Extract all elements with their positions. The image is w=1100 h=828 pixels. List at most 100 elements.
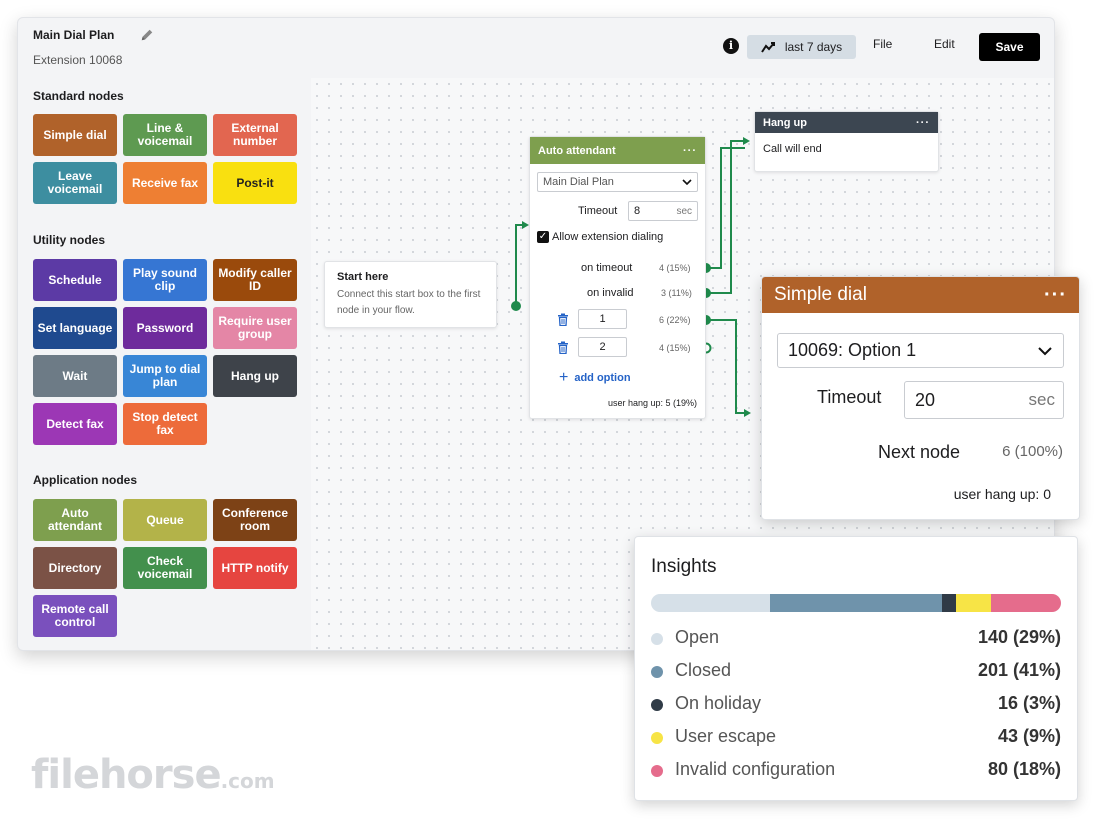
palette-node[interactable]: Password	[123, 307, 207, 349]
insights-label: User escape	[675, 726, 777, 746]
edit-menu[interactable]: Edit	[934, 37, 955, 51]
on-invalid-label: on invalid	[587, 287, 634, 299]
save-button[interactable]: Save	[979, 33, 1040, 61]
hang-up-node[interactable]: Hang up ··· Call will end	[754, 111, 939, 172]
section-title-standard: Standard nodes	[33, 89, 124, 103]
insights-row: Invalid configuration 80 (18%)	[651, 759, 1061, 783]
next-node-label: Next node	[878, 442, 961, 462]
legend-dot	[651, 633, 663, 645]
palette-node[interactable]: Remote call control	[33, 595, 117, 637]
legend-dot	[651, 699, 663, 711]
legend-dot	[651, 765, 663, 777]
section-title-application: Application nodes	[33, 473, 138, 487]
palette-node[interactable]: Hang up	[213, 355, 297, 397]
timeout-input[interactable]: 8 sec	[628, 201, 698, 221]
on-invalid-count: 3 (11%)	[661, 288, 692, 298]
palette-node[interactable]: Simple dial	[33, 114, 117, 156]
palette-node[interactable]: Modify caller ID	[213, 259, 297, 301]
option-input[interactable]: 1	[578, 309, 627, 329]
palette-node[interactable]: Schedule	[33, 259, 117, 301]
start-node-title: Start here	[337, 271, 389, 283]
insights-value: 80 (18%)	[987, 759, 1061, 779]
node-palette: Standard nodes Simple dial Line & voicem…	[18, 78, 311, 650]
palette-node[interactable]: External number	[213, 114, 297, 156]
insights-label: Open	[675, 627, 720, 647]
info-icon[interactable]: i	[723, 38, 739, 54]
trash-icon[interactable]	[557, 313, 569, 326]
insights-row: User escape 43 (9%)	[651, 726, 1061, 750]
palette-node[interactable]: Require user group	[213, 307, 297, 349]
add-option-button[interactable]: + add option	[559, 369, 631, 387]
hang-up-title: Hang up	[763, 116, 807, 129]
insights-bar-segment	[651, 594, 770, 612]
palette-node[interactable]: Receive fax	[123, 162, 207, 204]
legend-dot	[651, 732, 663, 744]
palette-node[interactable]: HTTP notify	[213, 547, 297, 589]
allow-extension-checkbox[interactable]: ✓	[537, 231, 549, 243]
timeout-input[interactable]: 20 sec	[904, 381, 1064, 419]
insights-title: Insights	[651, 556, 717, 577]
palette-node[interactable]: Play sound clip	[123, 259, 207, 301]
editor-header: Main Dial Plan Extension 10068 i last 7 …	[18, 18, 1054, 78]
more-options-icon[interactable]: ···	[683, 145, 697, 157]
insights-label: Closed	[675, 660, 732, 680]
dial-plan-select[interactable]: Main Dial Plan	[537, 172, 698, 192]
extension-select[interactable]: 10069: Option 1	[777, 333, 1064, 368]
auto-attendant-header: Auto attendant ···	[530, 137, 705, 164]
date-range-label: last 7 days	[784, 40, 843, 54]
palette-node[interactable]: Conference room	[213, 499, 297, 541]
auto-attendant-node[interactable]: Auto attendant ··· Main Dial Plan Timeou…	[529, 136, 706, 419]
palette-node[interactable]: Directory	[33, 547, 117, 589]
date-range-button[interactable]: last 7 days	[747, 35, 856, 59]
simple-dial-header: Simple dial ···	[762, 277, 1079, 313]
palette-node[interactable]: Queue	[123, 499, 207, 541]
palette-node[interactable]: Line & voicemail	[123, 114, 207, 156]
on-timeout-label: on timeout	[581, 262, 633, 274]
simple-dial-hang-up-count: user hang up: 0	[953, 486, 1051, 502]
insights-bar-segment	[942, 594, 957, 612]
insights-label: On holiday	[675, 693, 762, 713]
timeout-value: 20	[915, 389, 936, 410]
simple-dial-title: Simple dial	[774, 284, 867, 305]
insights-row: Closed 201 (41%)	[651, 660, 1061, 684]
legend-dot	[651, 666, 663, 678]
option-count: 4 (15%)	[659, 343, 691, 353]
more-options-icon[interactable]: ···	[1044, 284, 1067, 307]
timeout-label: Timeout	[817, 387, 882, 407]
auto-attendant-hang-up-count: user hang up: 5 (19%)	[607, 398, 697, 408]
watermark-brand: filehorse	[31, 752, 222, 798]
on-timeout-count: 4 (15%)	[659, 263, 691, 273]
palette-node[interactable]: Set language	[33, 307, 117, 349]
start-node[interactable]: Start here Connect this start box to the…	[324, 261, 497, 328]
pencil-icon[interactable]	[140, 28, 154, 42]
palette-node[interactable]: Auto attendant	[33, 499, 117, 541]
option-count: 6 (22%)	[659, 315, 691, 325]
file-menu[interactable]: File	[873, 37, 892, 51]
palette-node[interactable]: Wait	[33, 355, 117, 397]
palette-node[interactable]: Detect fax	[33, 403, 117, 445]
watermark-suffix: .com	[220, 769, 275, 793]
palette-node[interactable]: Leave voicemail	[33, 162, 117, 204]
extension-select-value: 10069: Option 1	[788, 340, 917, 360]
insights-value: 140 (29%)	[977, 627, 1061, 647]
extension-label: Extension 10068	[33, 53, 123, 67]
section-title-utility: Utility nodes	[33, 233, 106, 247]
start-node-text: Connect this start box to the first node…	[337, 289, 481, 316]
filehorse-watermark-logo: filehorse.com	[31, 752, 275, 798]
palette-node[interactable]: Post-it	[213, 162, 297, 204]
more-options-icon[interactable]: ···	[916, 117, 930, 129]
trash-icon[interactable]	[557, 341, 569, 354]
palette-node[interactable]: Jump to dial plan	[123, 355, 207, 397]
palette-node[interactable]: Check voicemail	[123, 547, 207, 589]
allow-extension-label: Allow extension dialing	[552, 231, 664, 243]
timeout-unit: sec	[1028, 390, 1055, 409]
palette-node[interactable]: Stop detect fax	[123, 403, 207, 445]
option-input[interactable]: 2	[578, 337, 627, 357]
simple-dial-node[interactable]: Simple dial ··· 10069: Option 1 Timeout …	[761, 276, 1080, 520]
timeout-label: Timeout	[578, 205, 618, 217]
insights-value: 43 (9%)	[997, 726, 1061, 746]
chevron-down-icon	[1038, 346, 1052, 355]
insights-label: Invalid configuration	[675, 759, 836, 779]
add-option-label: add option	[574, 372, 631, 384]
hang-up-text: Call will end	[763, 143, 822, 155]
